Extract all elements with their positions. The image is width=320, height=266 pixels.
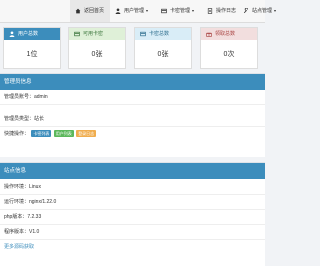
admin-info-panel: 管理员信息 管理员账号：admin 管理员类型：站长 快捷操作： 卡密列表 用户… <box>0 73 265 157</box>
tab-site-management[interactable]: 站点管理 ▾ <box>238 0 278 22</box>
stat-card-label: 用户总数 <box>18 31 39 37</box>
stat-card-header: 领取总数 <box>201 28 257 40</box>
shortcut-card-list-button[interactable]: 卡密列表 <box>31 130 52 138</box>
stat-card-value: 0张 <box>157 51 169 58</box>
home-icon <box>75 8 81 14</box>
wrench-icon <box>243 8 248 14</box>
stat-card-label: 可用卡密 <box>83 31 104 37</box>
stat-card-header: 卡密总数 <box>135 28 191 40</box>
site-server: 运行环境：nginx/1.22.0 <box>0 195 265 210</box>
card-icon <box>140 31 146 37</box>
admin-account: 管理员账号：admin <box>0 90 265 105</box>
site-info-panel: 站点信息 操作环境：Linux 运行环境：nginx/1.22.0 php版本：… <box>0 162 265 266</box>
stat-card-available: 可用卡密 0张 <box>68 27 126 69</box>
shortcuts-row: 快捷操作： 卡密列表 用户列表 登录日志 <box>0 127 265 141</box>
tab-home-label: 返回首页 <box>84 8 105 14</box>
panel-title: 管理员信息 <box>0 74 265 90</box>
user-icon <box>9 31 15 37</box>
site-php: php版本：7.2.33 <box>0 210 265 225</box>
card-icon <box>74 31 80 37</box>
site-version: 程序版本：V1.0 <box>0 225 265 240</box>
chevron-down-icon: ▾ <box>274 8 277 13</box>
stat-card-total-cards: 卡密总数 0张 <box>134 27 192 69</box>
tab-operation-log[interactable]: 操作日志 <box>202 0 238 22</box>
shortcut-login-log-button[interactable]: 登录日志 <box>76 130 97 138</box>
more-source-link[interactable]: 更多源码获取 <box>0 240 265 254</box>
shortcut-user-list-button[interactable]: 用户列表 <box>53 130 74 138</box>
chevron-down-icon: ▾ <box>146 8 149 13</box>
stat-card-label: 领取总数 <box>215 31 236 37</box>
user-icon <box>115 8 121 14</box>
tab-home[interactable]: 返回首页 <box>70 0 110 22</box>
stat-card-header: 可用卡密 <box>69 28 125 40</box>
site-os: 操作环境：Linux <box>0 180 265 195</box>
card-icon <box>161 8 167 14</box>
tab-card-management-label: 卡密管理 <box>170 8 191 14</box>
stat-card-users: 用户总数 1位 <box>3 27 61 69</box>
panel-title: 站点信息 <box>0 163 265 179</box>
stat-card-claims: 领取总数 0次 <box>200 27 258 69</box>
log-icon <box>207 8 213 14</box>
chevron-down-icon: ▾ <box>192 8 195 13</box>
stat-card-value: 1位 <box>26 51 38 58</box>
stat-card-label: 卡密总数 <box>149 31 170 37</box>
admin-type: 管理员类型：站长 <box>0 112 265 127</box>
tab-user-management[interactable]: 用户管理 ▾ <box>110 0 156 22</box>
tab-operation-log-label: 操作日志 <box>216 8 237 14</box>
tab-user-management-label: 用户管理 <box>124 8 145 14</box>
gift-icon <box>206 32 212 37</box>
stat-card-header: 用户总数 <box>4 28 60 40</box>
tab-card-management[interactable]: 卡密管理 ▾ <box>156 0 202 22</box>
tab-site-management-label: 站点管理 <box>252 8 273 14</box>
top-nav: 返回首页 用户管理 ▾ 卡密管理 ▾ 操作日志 站点管理 ▾ <box>0 0 276 23</box>
stat-card-value: 0张 <box>91 51 103 58</box>
shortcuts-label: 快捷操作： <box>4 131 30 137</box>
stat-card-value: 0次 <box>223 51 235 58</box>
